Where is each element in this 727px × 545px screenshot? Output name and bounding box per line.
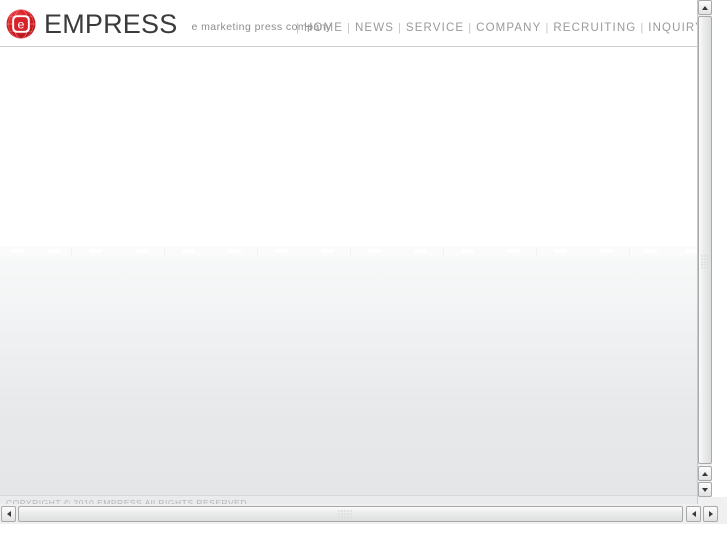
hero-stage <box>0 47 712 248</box>
scroll-up-button[interactable] <box>698 0 712 15</box>
viewport-bottom-filler <box>0 524 727 545</box>
nav-separator: | <box>468 22 472 35</box>
scroll-page-down-button[interactable] <box>698 466 712 481</box>
brand-logo-link[interactable]: e EMPRESS e marketing press company <box>4 7 332 41</box>
primary-navigation: | HOME | NEWS | SERVICE | COMPANY | RECR… <box>292 22 704 35</box>
scroll-down-button[interactable] <box>698 482 712 497</box>
content-placeholder-strip <box>0 246 712 256</box>
lower-gradient-panel <box>0 256 712 495</box>
nav-item-company[interactable]: COMPANY <box>476 22 541 35</box>
empress-globe-logo-icon: e <box>4 7 38 41</box>
horizontal-scrollbar-grip-icon <box>338 510 352 518</box>
nav-separator: | <box>296 22 299 35</box>
scrollbar-corner <box>712 497 727 504</box>
nav-item-home[interactable]: HOME <box>304 22 343 35</box>
strip-cell <box>165 246 258 256</box>
vertical-scrollbar-grip-icon <box>701 255 709 269</box>
nav-item-inquiry[interactable]: INQUIRY <box>648 22 704 35</box>
strip-cell <box>537 246 630 256</box>
triangle-left-icon <box>691 511 696 517</box>
scroll-left-button[interactable] <box>1 506 16 522</box>
vertical-scrollbar[interactable] <box>697 0 712 511</box>
nav-item-recruiting[interactable]: RECRUITING <box>553 22 636 35</box>
main-content-region <box>0 47 712 495</box>
scroll-page-right-button[interactable] <box>686 506 701 522</box>
nav-separator: | <box>398 22 401 35</box>
vertical-scrollbar-thumb[interactable] <box>698 16 712 464</box>
svg-text:e: e <box>18 18 25 32</box>
triangle-up-icon <box>702 5 708 10</box>
triangle-down-icon <box>702 487 708 492</box>
nav-separator: | <box>347 22 350 35</box>
strip-cell <box>258 246 351 256</box>
site-header: e EMPRESS e marketing press company | HO… <box>0 0 712 47</box>
nav-separator: | <box>640 22 644 35</box>
strip-cell <box>444 246 537 256</box>
nav-separator: | <box>545 22 549 35</box>
triangle-up-icon <box>702 471 708 476</box>
horizontal-scrollbar-thumb[interactable] <box>18 506 683 522</box>
triangle-right-icon <box>708 511 713 517</box>
triangle-left-icon <box>6 511 11 517</box>
page-document: e EMPRESS e marketing press company | HO… <box>0 0 712 511</box>
brand-wordmark: EMPRESS <box>44 8 178 39</box>
nav-item-news[interactable]: NEWS <box>355 22 394 35</box>
strip-cell <box>351 246 444 256</box>
strip-cell <box>0 246 72 256</box>
horizontal-scrollbar-track[interactable] <box>18 506 683 522</box>
strip-cell <box>72 246 165 256</box>
browser-viewport: e EMPRESS e marketing press company | HO… <box>0 0 727 545</box>
vertical-scrollbar-track[interactable] <box>698 16 712 464</box>
scroll-right-button[interactable] <box>703 506 718 522</box>
horizontal-scrollbar[interactable] <box>0 504 727 524</box>
nav-item-service[interactable]: SERVICE <box>406 22 464 35</box>
